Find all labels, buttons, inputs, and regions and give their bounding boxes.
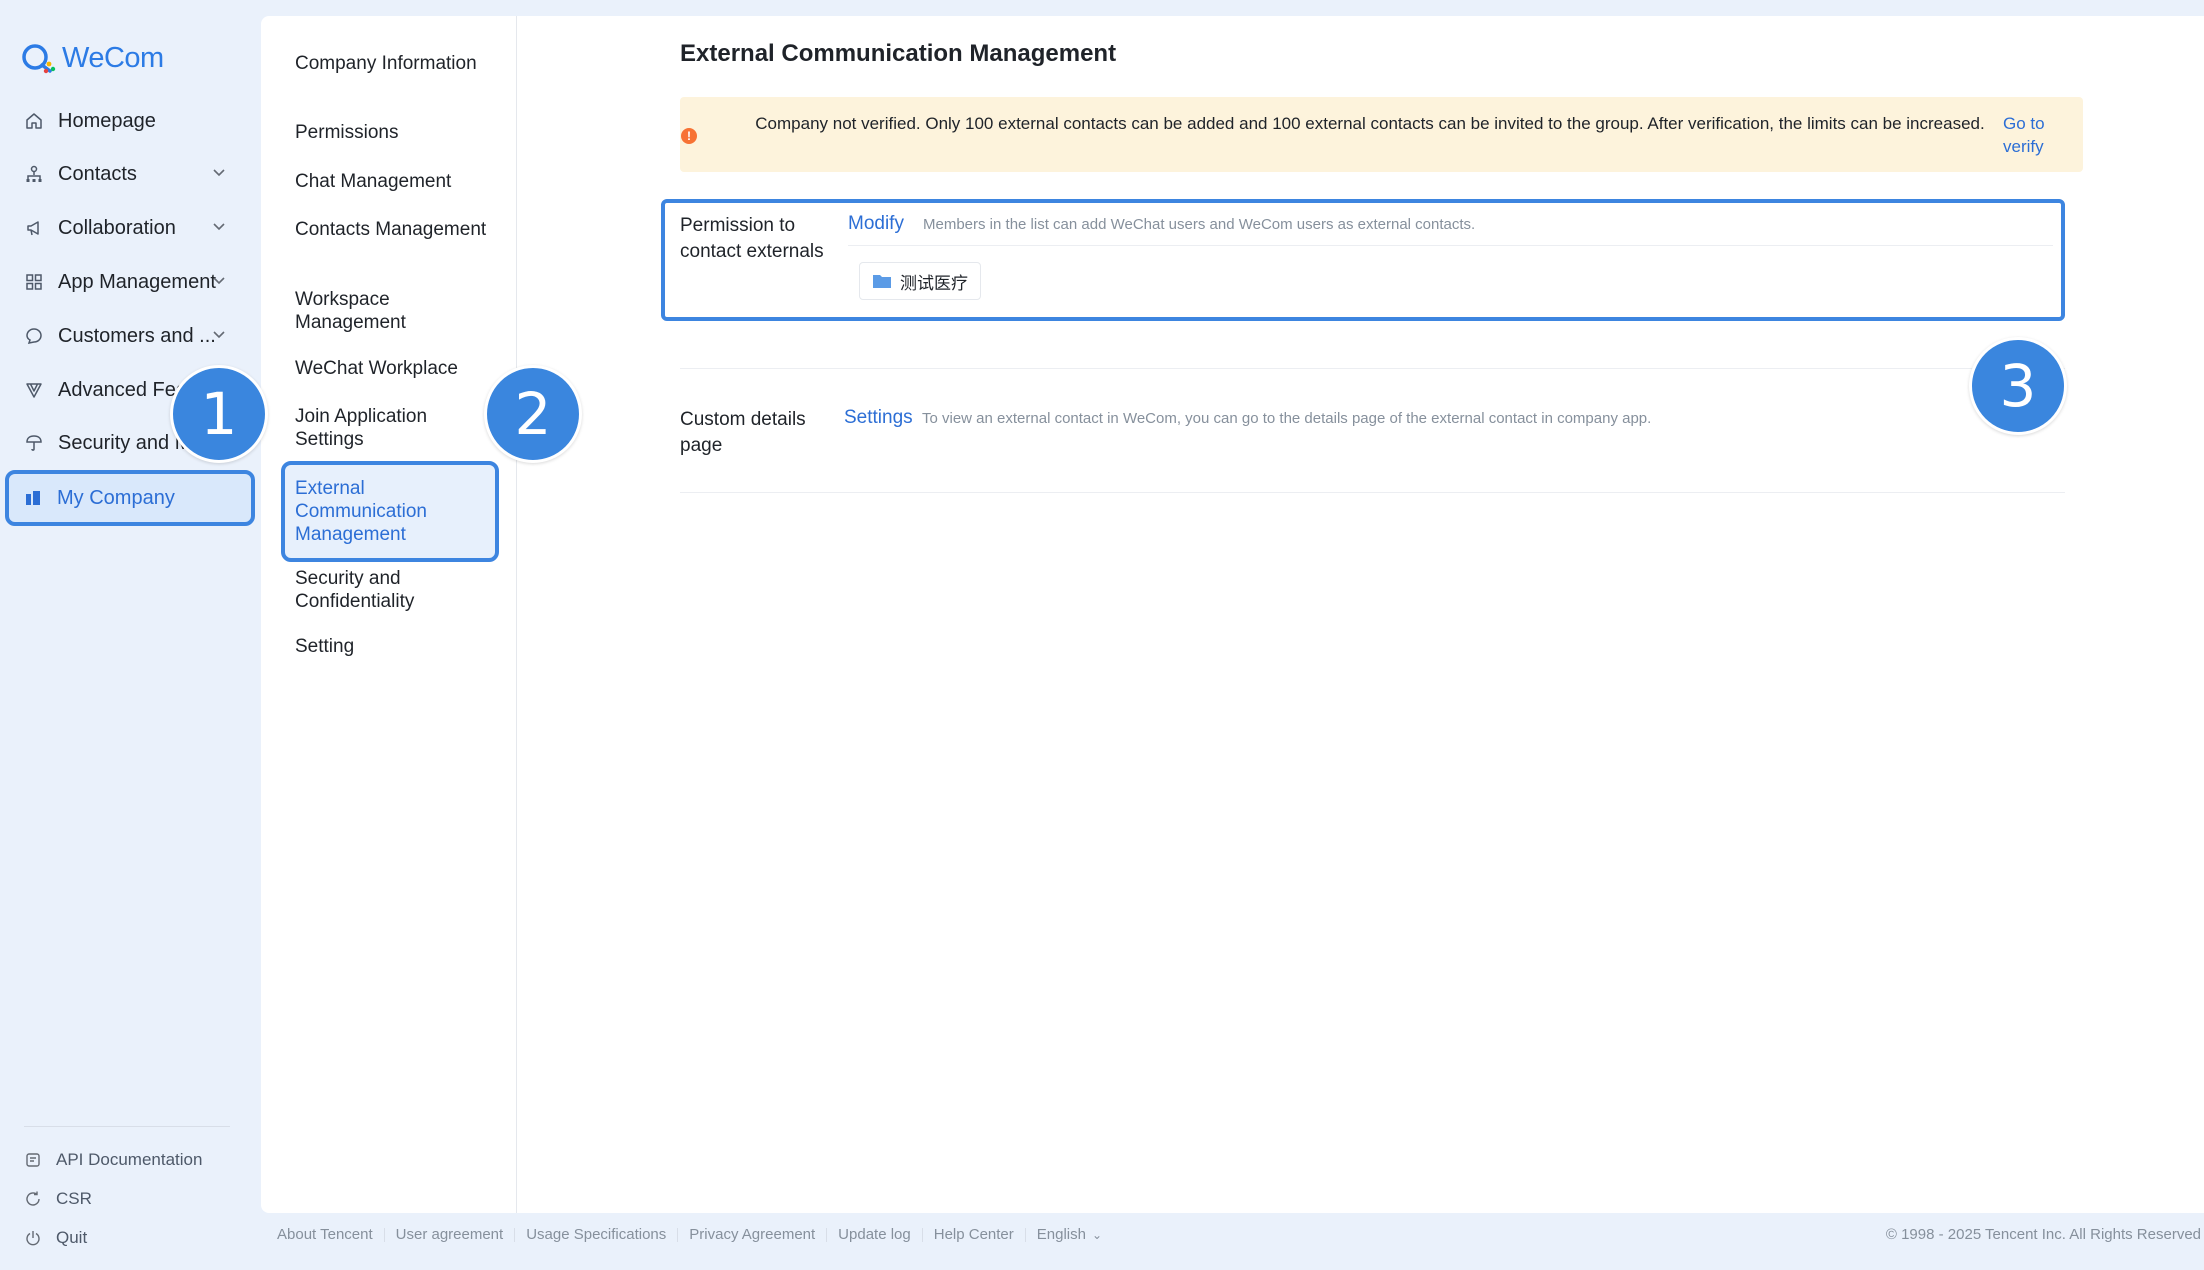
footer-link-usage-specifications[interactable]: Usage Specifications <box>526 1226 666 1243</box>
folder-icon <box>873 275 891 288</box>
subnav-item-chat-management[interactable]: Chat Management <box>295 170 495 193</box>
step-badge-3: 3 <box>1969 337 2067 435</box>
custom-details-label: Custom details page <box>680 409 806 456</box>
subnav-item-wechat-workplace[interactable]: WeChat Workplace <box>295 357 495 380</box>
settings-link[interactable]: Settings <box>844 407 913 429</box>
warning-icon: ! <box>681 128 697 144</box>
umbrella-icon <box>24 433 44 453</box>
footer-link-about-tencent[interactable]: About Tencent <box>277 1226 373 1243</box>
permission-section: Permission to contact externals Modify M… <box>661 199 2065 321</box>
v-icon <box>24 380 44 400</box>
quit-link[interactable]: Quit <box>24 1228 87 1248</box>
chevron-down-icon[interactable] <box>210 163 228 181</box>
document-icon <box>24 1151 42 1169</box>
divider <box>514 1227 516 1242</box>
step-badge-1: 1 <box>170 365 268 463</box>
sidebar-item-label: Customers and ... <box>58 324 216 347</box>
divider <box>1024 1227 1026 1242</box>
subnav-item-permissions[interactable]: Permissions <box>295 121 495 144</box>
details-description: To view an external contact in WeCom, yo… <box>922 410 1652 427</box>
footer-link-privacy-agreement[interactable]: Privacy Agreement <box>689 1226 815 1243</box>
sidebar-item-collaboration[interactable]: Collaboration <box>10 204 250 252</box>
department-tag-label: 测试医疗 <box>900 273 968 293</box>
sidebar-item-label: Homepage <box>58 109 156 132</box>
chevron-down-icon: ⌄ <box>1091 1228 1103 1242</box>
sub-navigation: Company Information Permissions Chat Man… <box>261 16 517 1213</box>
divider <box>921 1227 923 1242</box>
subnav-item-setting[interactable]: Setting <box>295 635 495 658</box>
sidebar-item-label: My Company <box>57 486 175 509</box>
sidebar-item-app-management[interactable]: App Management <box>10 258 250 306</box>
refresh-icon <box>24 1190 42 1208</box>
left-sidebar: WeCom Homepage Contacts Collaboration Ap… <box>0 0 260 1270</box>
home-icon <box>24 111 44 131</box>
footer-link-help-center[interactable]: Help Center <box>934 1226 1014 1243</box>
bottom-item-label: CSR <box>56 1189 92 1208</box>
language-selector[interactable]: English ⌄ <box>1037 1226 1102 1243</box>
chevron-down-icon[interactable] <box>210 271 228 289</box>
permission-label: Permission to contact externals <box>680 215 824 262</box>
subnav-item-external-communication-management[interactable]: External Communication Management <box>281 461 499 562</box>
modify-link[interactable]: Modify <box>848 213 904 235</box>
subnav-item-contacts-management[interactable]: Contacts Management <box>295 218 495 241</box>
alert-message: Company not verified. Only 100 external … <box>755 114 1985 133</box>
sidebar-item-my-company[interactable]: My Company <box>5 470 255 526</box>
org-icon <box>24 164 44 184</box>
divider <box>680 492 2065 493</box>
divider <box>677 1227 679 1242</box>
verification-alert: ! Company not verified. Only 100 externa… <box>680 97 2083 172</box>
wecom-logo-icon <box>22 43 56 73</box>
bottom-item-label: API Documentation <box>56 1150 203 1169</box>
footer: About Tencent User agreement Usage Speci… <box>277 1226 2204 1248</box>
footer-link-user-agreement[interactable]: User agreement <box>396 1226 504 1243</box>
department-tag[interactable]: 测试医疗 <box>859 262 981 300</box>
app-name: WeCom <box>62 42 164 74</box>
subnav-item-join-application-settings[interactable]: Join Application Settings <box>295 405 495 451</box>
api-documentation-link[interactable]: API Documentation <box>24 1150 202 1170</box>
csr-link[interactable]: CSR <box>24 1189 92 1209</box>
megaphone-icon <box>24 218 44 238</box>
go-to-verify-link[interactable]: Go to verify <box>2003 112 2063 158</box>
step-badge-2: 2 <box>484 365 582 463</box>
page-title: External Communication Management <box>680 40 1117 67</box>
chevron-down-icon[interactable] <box>210 217 228 235</box>
building-icon <box>23 488 43 508</box>
permission-description: Members in the list can add WeChat users… <box>923 216 1476 233</box>
wecom-logo[interactable]: WeCom <box>20 42 164 75</box>
sidebar-item-homepage[interactable]: Homepage <box>10 97 250 145</box>
copyright: © 1998 - 2025 Tencent Inc. All Rights Re… <box>1885 1226 2201 1243</box>
sidebar-divider <box>24 1126 230 1127</box>
power-icon <box>24 1229 42 1247</box>
bottom-item-label: Quit <box>56 1228 88 1247</box>
sidebar-item-label: Collaboration <box>58 216 176 239</box>
subnav-item-workspace-management[interactable]: Workspace Management <box>295 288 495 334</box>
language-label: English <box>1036 1226 1086 1243</box>
chat-bubble-icon <box>24 326 44 346</box>
sidebar-item-contacts[interactable]: Contacts <box>10 150 250 198</box>
sidebar-item-label: App Management <box>58 270 216 293</box>
main-panel: Company Information Permissions Chat Man… <box>261 16 2204 1213</box>
chevron-down-icon[interactable] <box>210 325 228 343</box>
divider <box>848 245 2053 246</box>
subnav-item-security-and-confidentiality[interactable]: Security and Confidentiality <box>295 567 495 613</box>
grid-icon <box>24 272 44 292</box>
sidebar-item-label: Contacts <box>58 162 137 185</box>
footer-link-update-log[interactable]: Update log <box>838 1226 911 1243</box>
sidebar-item-customers[interactable]: Customers and ... <box>10 312 250 360</box>
divider <box>826 1227 828 1242</box>
divider <box>383 1227 385 1242</box>
divider <box>680 368 2065 369</box>
subnav-item-company-information[interactable]: Company Information <box>295 52 495 75</box>
